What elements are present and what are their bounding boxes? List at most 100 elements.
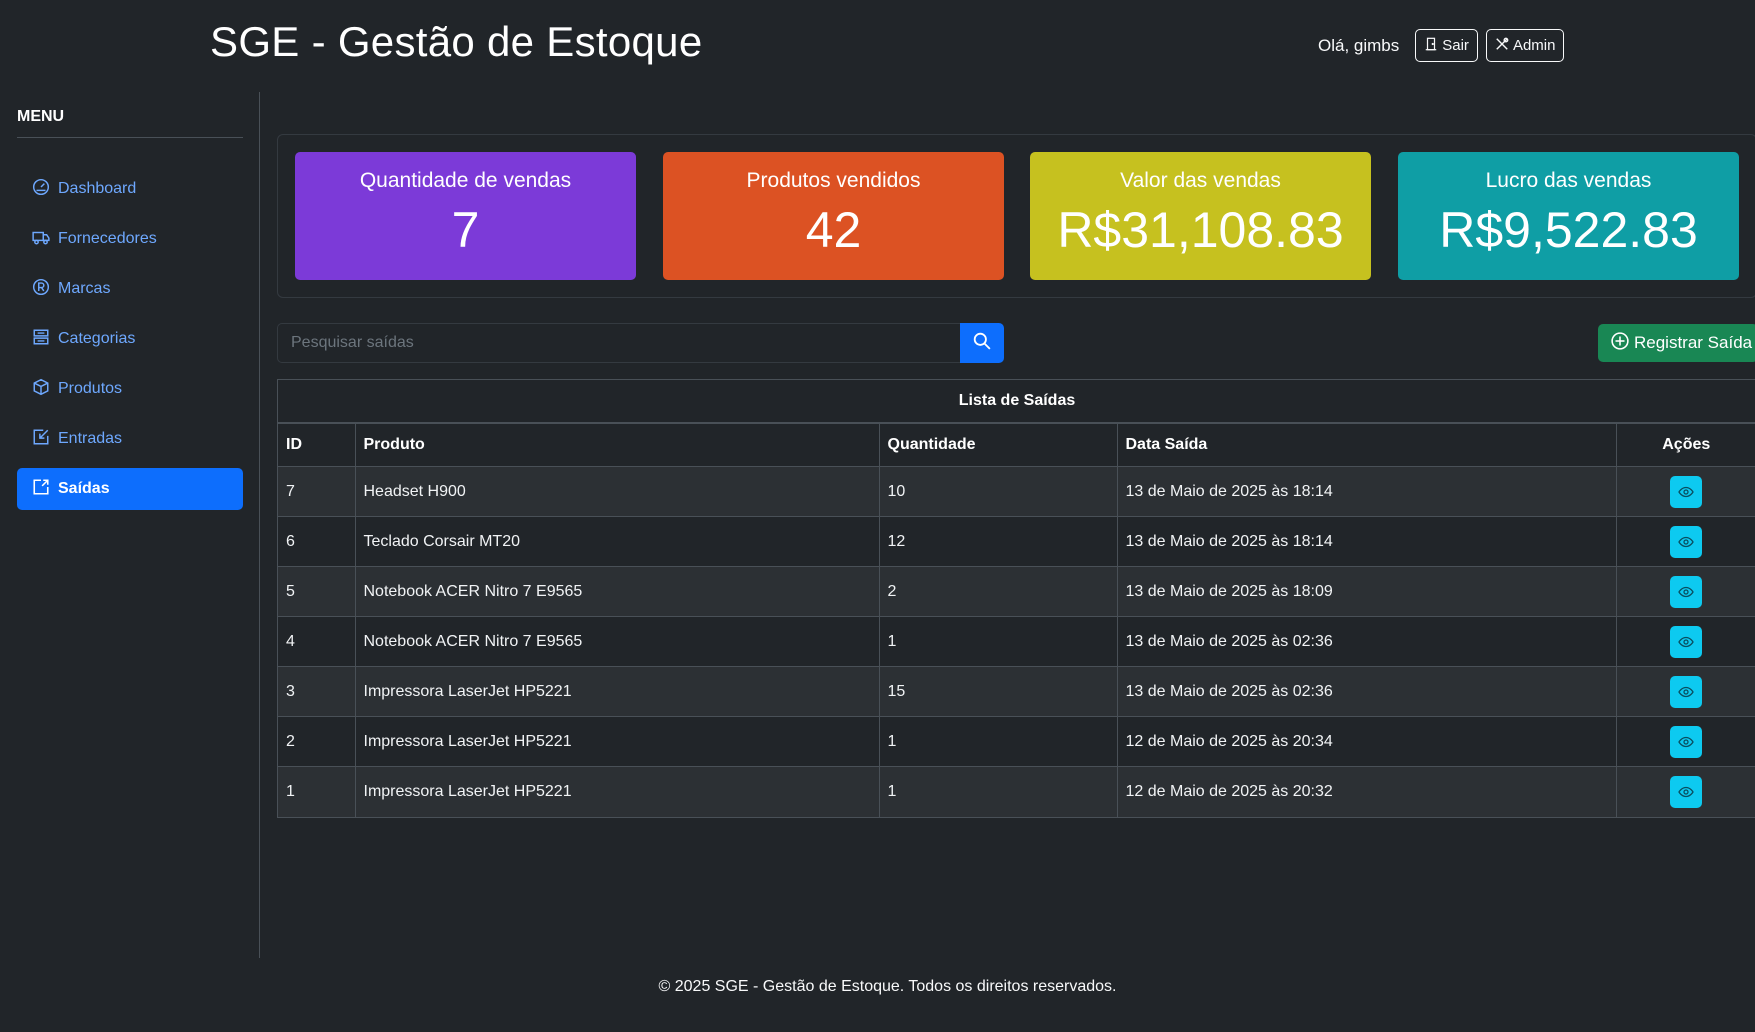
eye-icon <box>1678 734 1694 750</box>
view-button[interactable] <box>1670 675 1703 708</box>
cell-id: 3 <box>278 666 356 717</box>
cell-acoes <box>1615 716 1755 767</box>
table-row: 7 Headset H900 10 13 de Maio de 2025 às 18:… <box>278 466 1755 517</box>
column-header-data-saida: Data Saída <box>1116 423 1617 467</box>
logout-button[interactable]: Sair <box>1415 29 1478 62</box>
stat-label: Lucro das vendas <box>1485 169 1652 192</box>
cell-id: 7 <box>278 466 356 517</box>
stat-card-quantidade-vendas: Quantidade de vendas 7 <box>295 152 636 280</box>
eye-icon <box>1678 784 1694 800</box>
register-exit-button[interactable]: Registrar Saída <box>1598 324 1755 362</box>
sidebar: MENU Dashboard Fornecedores Marcas Categ… <box>0 92 260 958</box>
cell-data-saida: 13 de Maio de 2025 às 02:36 <box>1116 666 1617 717</box>
cell-quantidade: 10 <box>878 466 1118 517</box>
search-form <box>277 323 1004 363</box>
cell-produto: Notebook ACER Nitro 7 E9565 <box>354 566 880 617</box>
register-exit-label: Registrar Saída <box>1634 333 1753 352</box>
cell-quantidade: 15 <box>878 666 1118 717</box>
table-row: 5 Notebook ACER Nitro 7 E9565 2 13 de Maio … <box>278 566 1755 617</box>
cell-acoes <box>1615 516 1755 567</box>
view-button[interactable] <box>1670 725 1703 758</box>
view-button[interactable] <box>1670 475 1703 508</box>
cell-id: 1 <box>278 766 356 817</box>
sidebar-item-dashboard[interactable]: Dashboard <box>17 168 243 210</box>
cell-id: 5 <box>278 566 356 617</box>
cell-acoes <box>1615 466 1755 517</box>
search-button[interactable] <box>960 323 1004 363</box>
table-caption: Lista de Saídas <box>278 380 1755 423</box>
column-header-acoes: Ações <box>1615 423 1755 467</box>
cell-acoes <box>1615 616 1755 667</box>
search-input[interactable] <box>277 323 960 363</box>
stat-value: 42 <box>805 202 862 258</box>
table-row: 1 Impressora LaserJet HP5221 1 12 de Maio d… <box>278 766 1755 817</box>
table-row: 4 Notebook ACER Nitro 7 E9565 1 13 de Maio … <box>278 616 1755 667</box>
eye-icon <box>1678 684 1694 700</box>
stat-label: Quantidade de vendas <box>359 169 572 192</box>
box-icon <box>32 378 58 401</box>
column-header-id: ID <box>278 423 356 467</box>
view-button[interactable] <box>1670 525 1703 558</box>
sidebar-item-label: Produtos <box>58 380 123 397</box>
top-navbar: SGE - Gestão de Estoque Olá, gimbs Sair … <box>0 0 1755 90</box>
stat-label: Produtos vendidos <box>746 169 921 192</box>
stat-card-valor-vendas: Valor das vendas R$31,108.83 <box>1030 152 1371 280</box>
sidebar-item-fornecedores[interactable]: Fornecedores <box>17 218 243 260</box>
cell-acoes <box>1615 666 1755 717</box>
box-arrow-up-right-icon <box>32 478 58 501</box>
admin-label: Admin <box>1512 37 1556 54</box>
stat-value: 7 <box>451 202 480 258</box>
cell-data-saida: 12 de Maio de 2025 às 20:32 <box>1116 766 1617 817</box>
search-icon <box>973 332 991 355</box>
sidebar-item-label: Categorias <box>58 330 136 347</box>
cell-produto: Headset H900 <box>354 466 880 517</box>
speedometer-icon <box>32 178 58 201</box>
sidebar-item-saidas[interactable]: Saídas <box>17 468 243 510</box>
cell-produto: Teclado Corsair MT20 <box>354 516 880 567</box>
cell-quantidade: 1 <box>878 766 1118 817</box>
table-row: 6 Teclado Corsair MT20 12 13 de Maio de 202… <box>278 516 1755 567</box>
cell-quantidade: 1 <box>878 616 1118 667</box>
cell-id: 4 <box>278 616 356 667</box>
eye-icon <box>1678 534 1694 550</box>
user-greeting: Olá, gimbs <box>1318 35 1400 55</box>
sidebar-item-label: Dashboard <box>58 180 137 197</box>
footer-text: © 2025 SGE - Gestão de Estoque. Todos os… <box>658 978 1117 995</box>
stat-card-lucro-vendas: Lucro das vendas R$9,522.83 <box>1398 152 1739 280</box>
truck-icon <box>32 228 58 251</box>
sidebar-item-entradas[interactable]: Entradas <box>17 418 243 460</box>
view-button[interactable] <box>1670 575 1703 608</box>
logout-label: Sair <box>1442 37 1469 54</box>
eye-icon <box>1678 484 1694 500</box>
cell-data-saida: 13 de Maio de 2025 às 18:14 <box>1116 516 1617 567</box>
plus-circle-icon <box>1611 331 1629 355</box>
cell-acoes <box>1615 566 1755 617</box>
cell-produto: Impressora LaserJet HP5221 <box>354 716 880 767</box>
sidebar-item-label: Fornecedores <box>58 230 157 247</box>
column-header-quantidade: Quantidade <box>878 423 1118 467</box>
exits-table-card: Lista de Saídas ID Produto Quantidade Da… <box>277 379 1755 818</box>
box-arrow-in-icon <box>32 428 58 451</box>
cell-quantidade: 1 <box>878 716 1118 767</box>
sidebar-item-marcas[interactable]: Marcas <box>17 268 243 310</box>
sidebar-item-produtos[interactable]: Produtos <box>17 368 243 410</box>
stat-label: Valor das vendas <box>1120 169 1281 192</box>
cell-data-saida: 13 de Maio de 2025 às 18:09 <box>1116 566 1617 617</box>
cell-produto: Impressora LaserJet HP5221 <box>354 766 880 817</box>
cell-data-saida: 12 de Maio de 2025 às 20:34 <box>1116 716 1617 767</box>
cell-produto: Impressora LaserJet HP5221 <box>354 666 880 717</box>
door-icon <box>1424 37 1438 55</box>
sidebar-item-label: Saídas <box>58 480 110 497</box>
app-title: SGE - Gestão de Estoque <box>210 18 703 65</box>
eye-icon <box>1678 584 1694 600</box>
sidebar-item-label: Marcas <box>58 280 111 297</box>
cell-quantidade: 2 <box>878 566 1118 617</box>
user-area: Olá, gimbs Sair Admin <box>1318 29 1572 62</box>
column-header-produto: Produto <box>354 423 880 467</box>
cell-id: 6 <box>278 516 356 567</box>
view-button[interactable] <box>1670 775 1703 808</box>
view-button[interactable] <box>1670 625 1703 658</box>
sidebar-item-categorias[interactable]: Categorias <box>17 318 243 360</box>
cell-acoes <box>1615 766 1755 817</box>
admin-button[interactable]: Admin <box>1485 29 1565 62</box>
